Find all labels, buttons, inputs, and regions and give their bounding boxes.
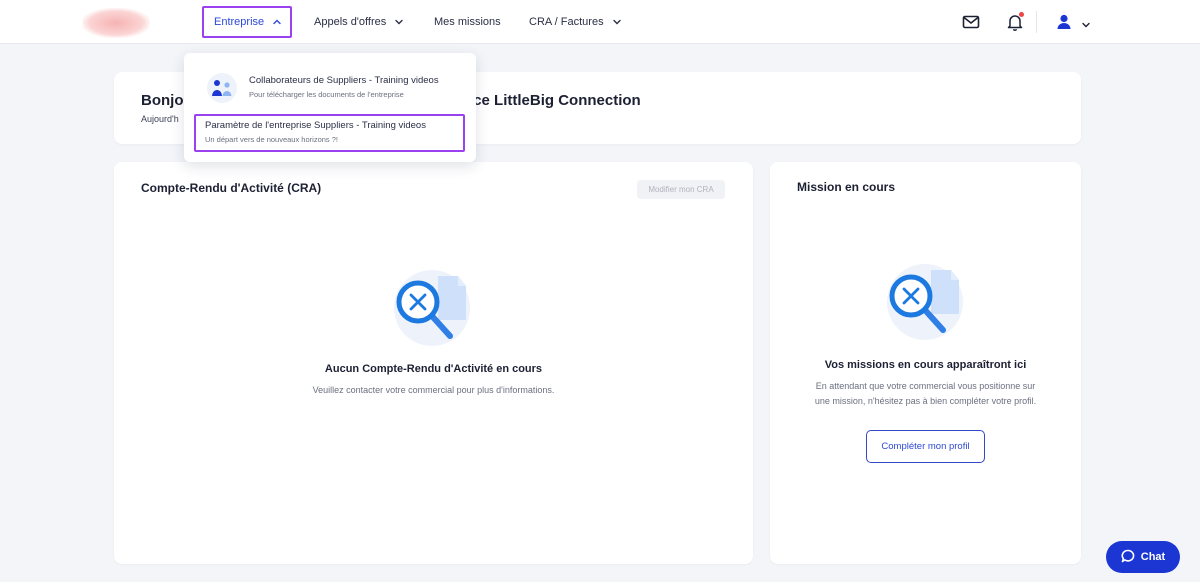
company-logo[interactable]: [82, 8, 150, 38]
modify-cra-button[interactable]: Modifier mon CRA: [637, 180, 725, 199]
user-icon: [1055, 12, 1073, 37]
chat-bubble-icon: [1121, 549, 1135, 566]
dropdown-item-title: Paramètre de l'entreprise Suppliers - Tr…: [205, 120, 426, 131]
welcome-title: Bonjo espace LittleBig Connection: [141, 92, 641, 109]
mission-empty-title: Vos missions en cours apparaîtront ici: [824, 359, 1027, 371]
mail-icon[interactable]: [961, 12, 981, 32]
mission-empty-text-line1: En attendant que votre commercial vous p…: [815, 381, 1036, 391]
nav-mes-missions[interactable]: Mes missions: [424, 6, 511, 38]
dropdown-item-title: Collaborateurs de Suppliers - Training v…: [249, 75, 439, 86]
dropdown-item-subtitle: Pour télécharger les documents de l'entr…: [249, 90, 404, 99]
user-menu[interactable]: [1055, 12, 1093, 32]
nav-cra-factures-label: CRA / Factures: [529, 16, 604, 28]
chat-label: Chat: [1140, 551, 1166, 563]
magnifier-x-icon: [392, 268, 472, 358]
magnifier-x-icon: [885, 262, 965, 352]
chevron-down-icon: [612, 17, 622, 27]
cra-title: Compte-Rendu d'Activité (CRA): [141, 181, 322, 195]
complete-profile-button[interactable]: Compléter mon profil: [866, 430, 985, 463]
mission-card: Mission en cours Vos missions en cours a…: [770, 162, 1081, 564]
chat-button[interactable]: Chat: [1106, 541, 1180, 573]
mission-empty-text-line2: une mission, n'hésitez pas à bien complé…: [814, 396, 1037, 406]
divider: [1036, 11, 1037, 33]
cra-card: Compte-Rendu d'Activité (CRA) Modifier m…: [114, 162, 753, 564]
entreprise-dropdown-menu: Collaborateurs de Suppliers - Training v…: [184, 53, 476, 162]
cra-empty-title: Aucun Compte-Rendu d'Activité en cours: [324, 363, 543, 375]
chevron-down-icon: [1081, 17, 1091, 35]
welcome-title-start: Bonjo: [141, 92, 184, 109]
dropdown-item-parametre-entreprise[interactable]: Paramètre de l'entreprise Suppliers - Tr…: [194, 114, 465, 152]
nav-entreprise-label: Entreprise: [214, 16, 265, 28]
people-icon: [206, 72, 238, 104]
cra-empty-text: Veuillez contacter votre commercial pour…: [312, 385, 555, 395]
welcome-subtitle: Aujourd'h: [141, 114, 179, 124]
mission-title: Mission en cours: [797, 180, 896, 194]
nav-appels-offres[interactable]: Appels d'offres: [304, 6, 414, 38]
bell-icon[interactable]: [1005, 12, 1025, 32]
nav-mes-missions-label: Mes missions: [434, 16, 501, 28]
dropdown-item-subtitle: Un départ vers de nouveaux horizons ?!: [205, 135, 338, 144]
nav-entreprise[interactable]: Entreprise: [202, 6, 292, 38]
chevron-up-icon: [272, 17, 282, 27]
notification-dot: [1019, 12, 1024, 17]
top-navbar: Entreprise Appels d'offres Mes missions …: [0, 0, 1200, 44]
chevron-down-icon: [394, 17, 404, 27]
nav-appels-offres-label: Appels d'offres: [314, 16, 387, 28]
dropdown-item-collaborateurs[interactable]: Collaborateurs de Suppliers - Training v…: [190, 61, 470, 107]
nav-cra-factures[interactable]: CRA / Factures: [519, 6, 632, 38]
